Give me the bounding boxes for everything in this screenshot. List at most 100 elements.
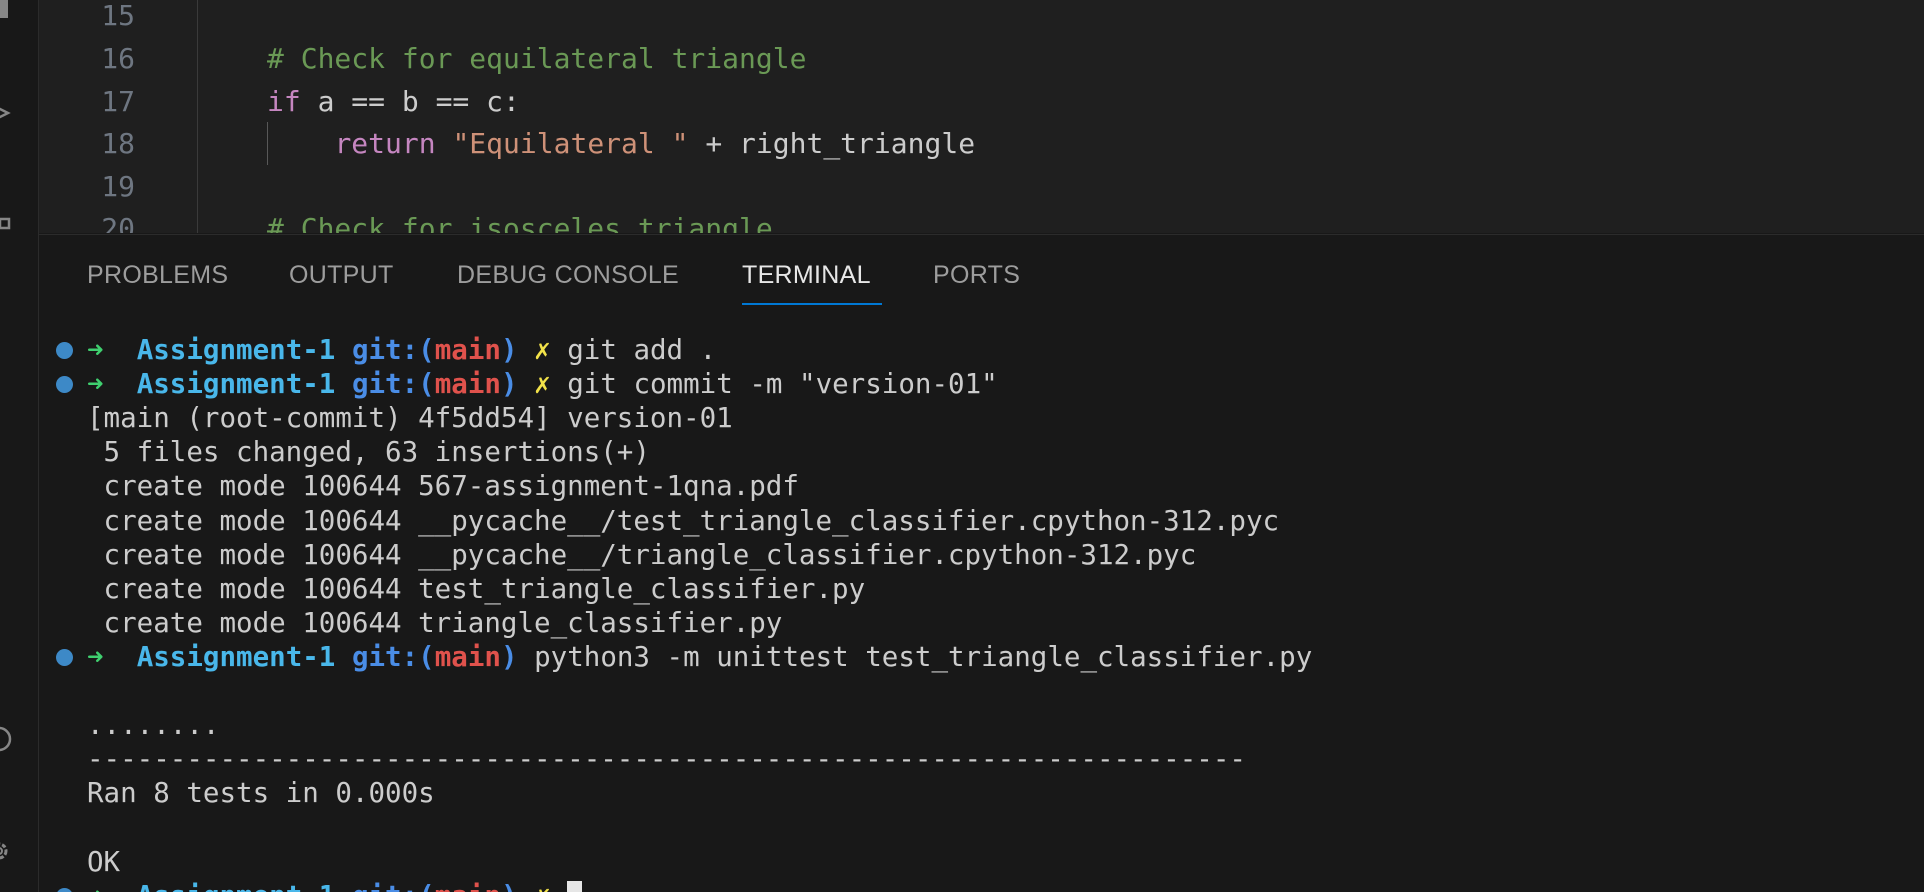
- terminal-command: git commit -m "version-01": [567, 368, 998, 400]
- code-line[interactable]: 20 # Check for isosceles triangle: [39, 207, 1924, 233]
- terminal-output-line: OK: [87, 845, 120, 879]
- prompt-git-close: ): [501, 880, 518, 892]
- account-icon[interactable]: [0, 726, 12, 752]
- prompt-branch: main: [435, 880, 501, 892]
- code-text: return "Equilateral " + right_triangle: [267, 122, 975, 165]
- code-line[interactable]: 15: [39, 0, 1924, 37]
- tab-debug-console[interactable]: DEBUG CONSOLE: [457, 261, 679, 290]
- terminal-output-text: 5 files changed, 63 insertions(+): [87, 436, 650, 468]
- terminal-cursor: [567, 881, 583, 892]
- terminal-output-text: ........: [87, 709, 220, 741]
- terminal-output-line: create mode 100644 __pycache__/test_tria…: [87, 504, 1280, 538]
- terminal-output-text: create mode 100644 test_triangle_classif…: [87, 573, 866, 605]
- terminal-output-text: create mode 100644 __pycache__/triangle_…: [87, 539, 1197, 571]
- code-line[interactable]: 17 if a == b == c:: [39, 80, 1924, 123]
- terminal-output-text: create mode 100644 567-assignment-1qna.p…: [87, 470, 799, 502]
- terminal-output-line: create mode 100644 __pycache__/triangle_…: [87, 538, 1197, 572]
- prompt-git-close: ): [500, 641, 518, 673]
- code-token: if: [267, 85, 301, 118]
- prompt-directory: Assignment-1: [136, 368, 336, 400]
- prompt-git-close: ): [500, 368, 518, 400]
- settings-gear-icon[interactable]: [0, 838, 12, 864]
- code-token: # Check for isosceles triangle: [267, 212, 773, 233]
- prompt-dirty-icon: ✗: [534, 334, 551, 366]
- terminal-output-line: Ran 8 tests in 0.000s: [87, 776, 435, 810]
- terminal-output-text: create mode 100644 triangle_classifier.p…: [87, 607, 783, 639]
- code-line[interactable]: 18 return "Equilateral " + right_triangl…: [39, 122, 1924, 165]
- active-tab-indicator: [742, 303, 882, 305]
- terminal-prompt-line: ➜ Assignment-1 git:(main) python3 -m uni…: [87, 640, 1312, 674]
- code-token: a == b == c:: [300, 85, 520, 118]
- terminal-output-line: create mode 100644 test_triangle_classif…: [87, 572, 866, 606]
- panel-tabs: PROBLEMS OUTPUT DEBUG CONSOLE TERMINAL P…: [39, 235, 1924, 305]
- prompt-branch: main: [434, 641, 501, 673]
- command-status-dot[interactable]: [56, 888, 73, 892]
- command-status-dot[interactable]: [56, 649, 73, 666]
- tab-ports[interactable]: PORTS: [933, 261, 1020, 290]
- code-line[interactable]: 16 # Check for equilateral triangle: [39, 37, 1924, 80]
- terminal-output-line: ........: [87, 708, 219, 742]
- prompt-directory: Assignment-1: [137, 880, 336, 892]
- code-token: return: [334, 127, 436, 160]
- prompt-arrow-icon: ➜: [87, 880, 104, 892]
- terminal-output-text: [main (root-commit) 4f5dd54] version-01: [87, 402, 733, 434]
- terminal-prompt-line: ➜ Assignment-1 git:(main) ✗ git commit -…: [87, 367, 998, 401]
- extensions-icon[interactable]: [0, 205, 12, 231]
- vscode-window: 15 16 # Check for equilateral triangle 17 if…: [0, 0, 1924, 892]
- code-text: # Check for equilateral triangle: [267, 37, 806, 80]
- prompt-git-label: git:(: [351, 368, 435, 400]
- terminal-command: python3 -m unittest test_triangle_classi…: [534, 641, 1313, 673]
- code-line[interactable]: 19: [39, 165, 1924, 208]
- line-number: 16: [101, 42, 135, 75]
- terminal-prompt-line: ➜ Assignment-1 git:(main) ✗ git add .: [87, 333, 716, 367]
- prompt-dirty-icon: ✗: [534, 880, 551, 892]
- prompt-dirty-icon: ✗: [534, 368, 551, 400]
- terminal-output-line: create mode 100644 567-assignment-1qna.p…: [87, 469, 799, 503]
- terminal-output-line: ----------------------------------------…: [87, 742, 1246, 776]
- terminal-output-text: OK: [87, 846, 121, 878]
- code-token: + right_triangle: [688, 127, 976, 160]
- tab-problems[interactable]: PROBLEMS: [87, 261, 228, 290]
- terminal-prompt-line: ➜ Assignment-1 git:(main) ✗: [87, 879, 583, 892]
- code-token: "Equilateral ": [452, 127, 689, 160]
- terminal-output-line: 5 files changed, 63 insertions(+): [87, 435, 650, 469]
- prompt-git-label: git:(: [352, 880, 435, 892]
- command-status-dot[interactable]: [56, 376, 73, 393]
- prompt-git-label: git:(: [351, 641, 435, 673]
- prompt-directory: Assignment-1: [136, 641, 336, 673]
- code-editor[interactable]: 15 16 # Check for equilateral triangle 17 if…: [39, 0, 1924, 233]
- line-number: 15: [101, 0, 135, 32]
- run-debug-icon[interactable]: [0, 100, 12, 126]
- activity-bar: [0, 0, 39, 892]
- tab-terminal[interactable]: TERMINAL: [742, 261, 871, 290]
- code-text: # Check for isosceles triangle: [267, 207, 773, 233]
- terminal-command: git add .: [567, 334, 717, 366]
- line-number: 20: [101, 212, 135, 233]
- prompt-branch: main: [434, 368, 501, 400]
- bottom-panel: PROBLEMS OUTPUT DEBUG CONSOLE TERMINAL P…: [39, 234, 1924, 892]
- terminal-output-text: ----------------------------------------…: [87, 743, 1246, 775]
- tab-output[interactable]: OUTPUT: [289, 261, 394, 290]
- explorer-icon[interactable]: [0, 0, 12, 20]
- prompt-branch: main: [434, 334, 501, 366]
- code-text: if a == b == c:: [267, 80, 520, 123]
- command-status-dot[interactable]: [56, 342, 73, 359]
- prompt-directory: Assignment-1: [136, 334, 336, 366]
